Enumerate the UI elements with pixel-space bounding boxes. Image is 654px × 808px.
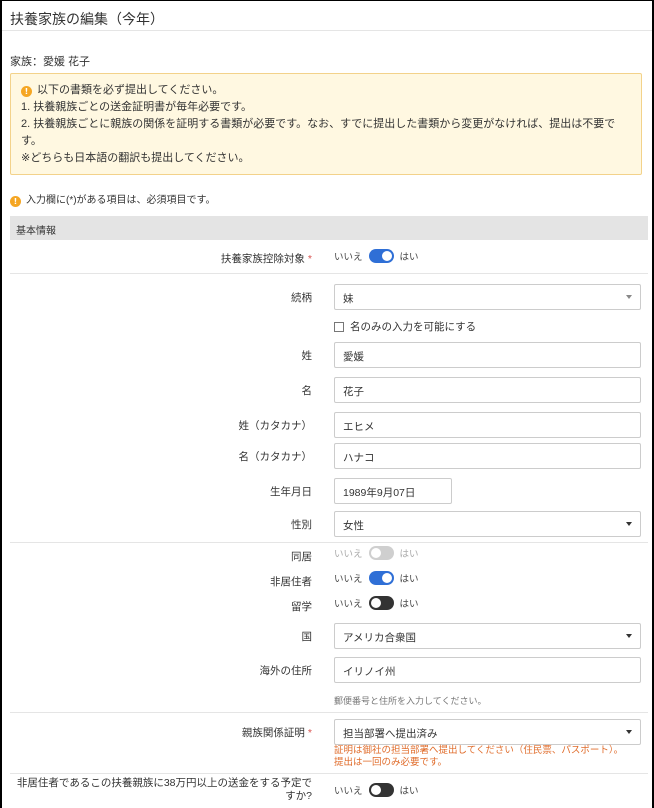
divider bbox=[10, 712, 648, 713]
toggle-yes-label: はい bbox=[399, 252, 419, 263]
toggle-no-label: いいえ bbox=[334, 252, 363, 263]
divider bbox=[10, 773, 648, 774]
study-abroad-toggle-group: いいえ はい bbox=[334, 596, 419, 610]
chevron-down-icon bbox=[626, 730, 632, 734]
remittance-toggle-group: いいえ はい bbox=[334, 783, 419, 797]
toggle-yes-label: はい bbox=[399, 574, 419, 585]
name-only-checkbox[interactable] bbox=[334, 321, 344, 332]
remittance-toggle[interactable] bbox=[368, 783, 394, 797]
last-name-kana-input[interactable]: エヒメ bbox=[334, 412, 641, 438]
dependent-deduction-toggle[interactable] bbox=[368, 249, 394, 263]
info-icon: ! bbox=[21, 86, 32, 97]
birthdate-label: 生年月日 bbox=[270, 486, 312, 498]
toggle-no-label: いいえ bbox=[334, 574, 363, 585]
toggle-yes-label: はい bbox=[399, 599, 419, 610]
toggle-no-label: いいえ bbox=[334, 786, 363, 797]
notice-line-2: 2. 扶養親族ごとに親族の関係を証明する書類が必要です。なお、すでに提出した書類… bbox=[21, 118, 616, 147]
document-notice: ! 以下の書類を必ず提出してください。 1. 扶養親族ごとの送金証明書が毎年必要で… bbox=[10, 73, 642, 175]
required-mark: * bbox=[307, 253, 312, 265]
toggle-no-label: いいえ bbox=[334, 549, 363, 560]
notice-heading: 以下の書類を必ず提出してください。 bbox=[37, 84, 224, 96]
chevron-down-icon bbox=[626, 634, 632, 638]
relation-proof-label: 親族関係証明 * bbox=[242, 725, 312, 740]
relation-proof-label-text: 親族関係証明 bbox=[241, 727, 305, 739]
notice-line-3: ※どちらも日本語の翻訳も提出してください。 bbox=[21, 152, 250, 164]
non-resident-label: 非居住者 bbox=[270, 576, 312, 588]
required-note: ! 入力欄に(*)がある項目は、必須項目です。 bbox=[10, 191, 216, 207]
first-name-input[interactable]: 花子 bbox=[334, 377, 641, 403]
dependent-deduction-label: 扶養家族控除対象 * bbox=[221, 251, 312, 266]
gender-label: 性別 bbox=[291, 519, 312, 531]
chevron-down-icon bbox=[626, 522, 632, 526]
relation-proof-warning: 証明は御社の担当部署へ提出してください（住民票、パスポート）。提出は一回のみ必要… bbox=[334, 745, 624, 768]
toggle-no-label: いいえ bbox=[334, 599, 363, 610]
relation-proof-value: 担当部署へ提出済み bbox=[343, 728, 438, 740]
relation-proof-select[interactable]: 担当部署へ提出済み bbox=[334, 719, 641, 745]
cohabiting-toggle bbox=[368, 546, 394, 560]
country-label: 国 bbox=[301, 631, 313, 643]
non-resident-toggle-group: いいえ はい bbox=[334, 571, 419, 585]
first-name-kana-label: 名（カタカナ） bbox=[238, 451, 313, 463]
study-abroad-toggle[interactable] bbox=[368, 596, 394, 610]
last-name-label: 姓 bbox=[301, 350, 313, 362]
toggle-yes-label: はい bbox=[399, 786, 419, 797]
notice-line-1: 1. 扶養親族ごとの送金証明書が毎年必要です。 bbox=[21, 101, 253, 113]
birthdate-input[interactable]: 1989年9月07日 bbox=[334, 478, 452, 504]
section-basic-info: 基本情報 bbox=[10, 216, 648, 240]
gender-value: 女性 bbox=[343, 520, 364, 532]
page-title: 扶養家族の編集（今年） bbox=[10, 11, 164, 27]
required-note-text: 入力欄に(*)がある項目は、必須項目です。 bbox=[26, 195, 216, 206]
chevron-down-icon bbox=[626, 295, 632, 299]
dependent-deduction-label-text: 扶養家族控除対象 bbox=[220, 253, 305, 265]
edit-dependent-form: 扶養家族の編集（今年） 家族：愛媛 花子 ! 以下の書類を必ず提出してください。 … bbox=[0, 0, 654, 808]
first-name-kana-input[interactable]: ハナコ bbox=[334, 443, 641, 469]
relationship-value: 妹 bbox=[343, 293, 354, 305]
family-member-label: 家族：愛媛 花子 bbox=[10, 56, 91, 68]
title-divider bbox=[2, 30, 652, 31]
cohabiting-label: 同居 bbox=[291, 551, 312, 563]
required-mark: * bbox=[307, 727, 312, 739]
name-only-label: 名のみの入力を可能にする bbox=[350, 321, 477, 333]
relationship-select[interactable]: 妹 bbox=[334, 284, 641, 310]
dependent-deduction-toggle-group: いいえ はい bbox=[334, 249, 419, 263]
overseas-address-input[interactable]: イリノイ州 bbox=[334, 657, 641, 683]
toggle-yes-label: はい bbox=[399, 549, 419, 560]
info-icon: ! bbox=[10, 196, 21, 207]
country-select[interactable]: アメリカ合衆国 bbox=[334, 623, 641, 649]
gender-select[interactable]: 女性 bbox=[334, 511, 641, 537]
overseas-address-label: 海外の住所 bbox=[259, 665, 313, 677]
first-name-label: 名 bbox=[301, 385, 313, 397]
cohabiting-toggle-group: いいえ はい bbox=[334, 546, 419, 560]
study-abroad-label: 留学 bbox=[291, 601, 312, 613]
non-resident-toggle[interactable] bbox=[368, 571, 394, 585]
last-name-kana-label: 姓（カタカナ） bbox=[238, 420, 313, 432]
remittance-question-label: 非居住者であるこの扶養親族に38万円以上の送金をする予定ですか? bbox=[16, 777, 312, 802]
overseas-address-help: 郵便番号と住所を入力してください。 bbox=[334, 696, 487, 706]
name-only-option[interactable]: 名のみの入力を可能にする bbox=[334, 319, 476, 334]
divider bbox=[10, 542, 648, 543]
last-name-input[interactable]: 愛媛 bbox=[334, 342, 641, 368]
country-value: アメリカ合衆国 bbox=[343, 632, 416, 644]
relationship-label: 続柄 bbox=[291, 292, 312, 304]
divider bbox=[10, 273, 648, 274]
